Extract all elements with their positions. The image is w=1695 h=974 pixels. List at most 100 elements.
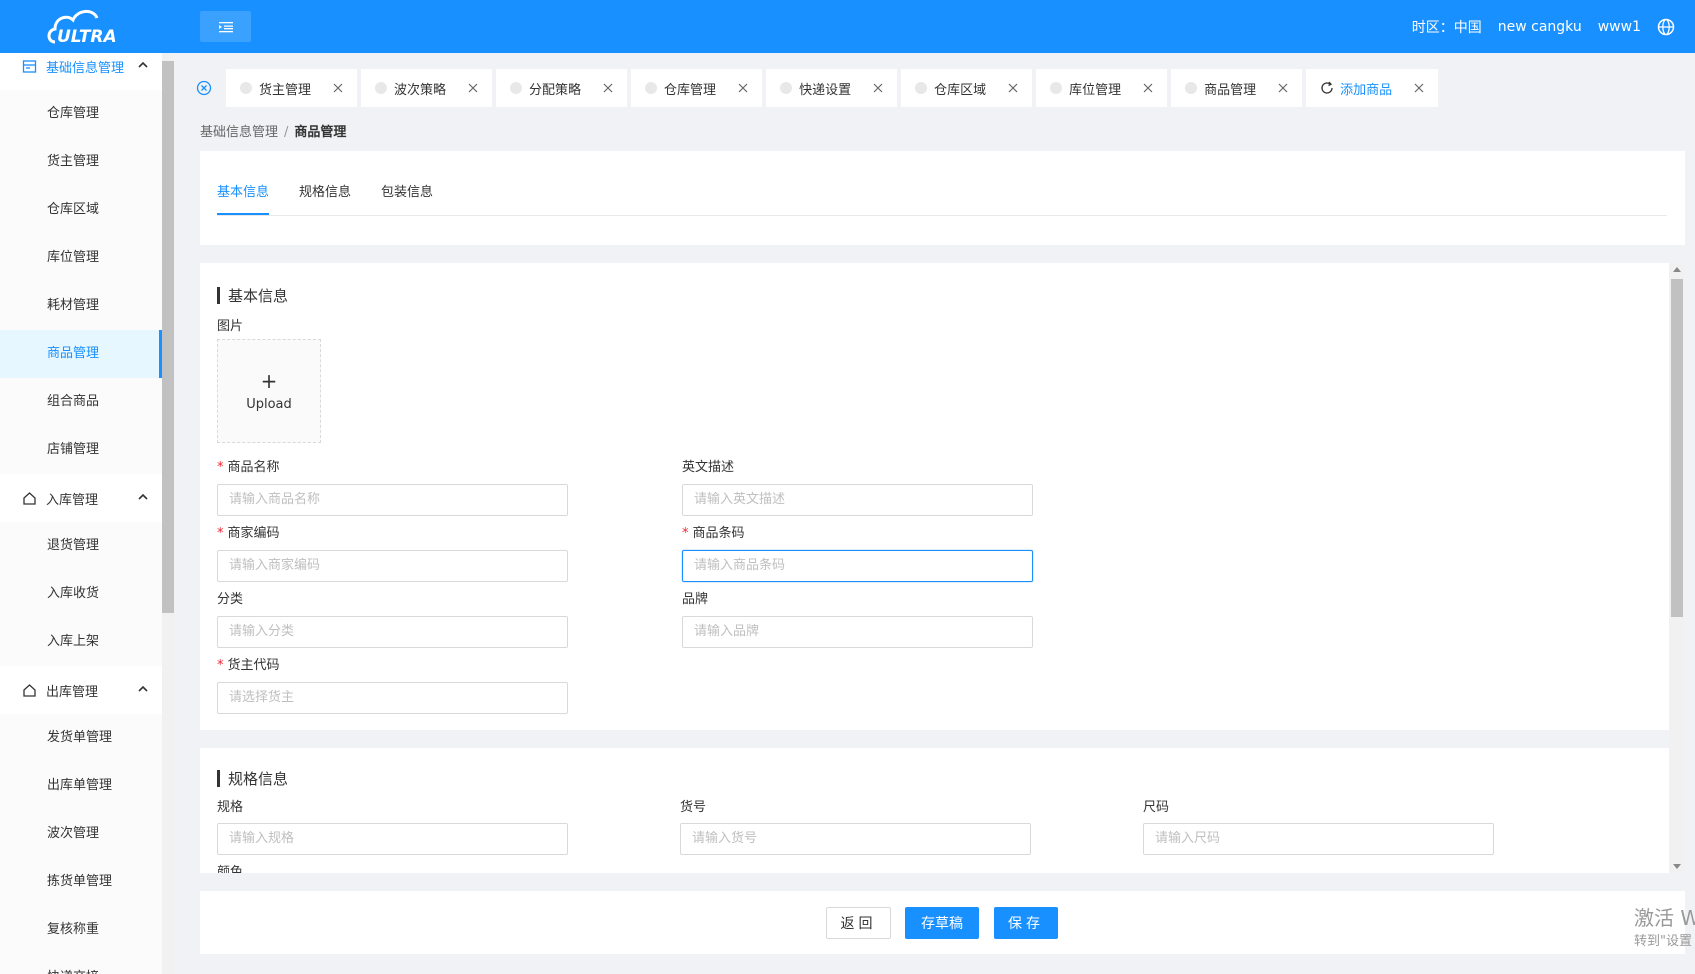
basic-info-card: 基本信息 图片 + Upload * 商品名称 请输入商品名称 英文描述 请输入英… [200,263,1669,730]
close-icon[interactable] [1008,83,1018,93]
activation-watermark-hint: 转到"设置 [1634,934,1692,949]
brand-label: 品牌 [682,592,709,607]
tab-products[interactable]: 商品管理 [1171,69,1303,107]
cloud-logo-icon: ULTRA [47,10,117,47]
globe-icon[interactable] [1657,18,1675,36]
item-no-input[interactable]: 请输入货号 [680,823,1031,855]
sidebar-item-combo-products[interactable]: 组合商品 [0,378,162,426]
owner-code-select[interactable]: 请选择货主 [217,682,568,714]
page-tabs: 货主管理 波次策略 分配策略 仓库管理 快递设置 仓库区域 库位管理 商品管理 … [196,68,1442,108]
sidebar-item-outbound-orders[interactable]: 出库单管理 [0,762,162,810]
sidebar-group-inbound[interactable]: 入库管理 [0,474,162,522]
sidebar: 基础信息管理 仓库管理 货主管理 仓库区域 库位管理 耗材管理 商品管理 组合商… [0,53,174,974]
tab-dot-icon [780,82,793,94]
spec-label: 规格 [217,800,244,815]
plus-icon: + [260,368,278,393]
form-scroll-area: 基本信息 图片 + Upload * 商品名称 请输入商品名称 英文描述 请输入英… [200,263,1669,873]
scroll-up-icon[interactable] [1673,267,1681,272]
size-input[interactable]: 请输入尺码 [1143,823,1494,855]
tab-add-product[interactable]: 添加商品 [1306,69,1439,107]
tab-dot-icon [915,82,928,94]
color-label: 颜色 [217,865,244,873]
sidebar-item-picking[interactable]: 拣货单管理 [0,858,162,906]
home-icon [23,683,36,697]
tab-owner[interactable]: 货主管理 [226,69,358,107]
close-icon[interactable] [738,83,748,93]
action-bar: 返回 存草稿 保存 [200,891,1685,954]
close-icon[interactable] [1278,83,1288,93]
sidebar-item-shops[interactable]: 店铺管理 [0,426,162,474]
spec-info-card: 规格信息 规格 请输入规格 货号 请输入货号 尺码 请输入尺码 颜色 [200,748,1669,873]
tab-location[interactable]: 库位管理 [1036,69,1168,107]
sidebar-item-warehouse[interactable]: 仓库管理 [0,90,162,138]
menu-fold-icon [218,21,233,32]
sidebar-item-waves[interactable]: 波次管理 [0,810,162,858]
menu-toggle-button[interactable] [200,11,251,42]
english-desc-input[interactable]: 请输入英文描述 [682,484,1033,516]
sidebar-item-returns[interactable]: 退货管理 [0,522,162,570]
sidebar-item-consumables[interactable]: 耗材管理 [0,282,162,330]
scroll-down-icon[interactable] [1673,864,1681,869]
basic-info-title: 基本信息 [217,285,288,306]
product-name-label: * 商品名称 [217,460,280,475]
barcode-label: * 商品条码 [682,526,745,541]
sidebar-item-location[interactable]: 库位管理 [0,234,162,282]
save-draft-button[interactable]: 存草稿 [905,907,979,939]
ultra-logo[interactable]: ULTRA [45,4,135,50]
sidebar-item-express-handover[interactable]: 快递交接 [0,954,162,974]
sidebar-item-warehouse-area[interactable]: 仓库区域 [0,186,162,234]
close-all-tabs-icon[interactable] [196,80,212,96]
chevron-up-icon [138,61,148,68]
activation-watermark: 激活 W [1634,906,1695,930]
tab-warehouse-area[interactable]: 仓库区域 [901,69,1033,107]
tab-allocation-strategy[interactable]: 分配策略 [496,69,628,107]
close-icon[interactable] [1414,83,1424,93]
section-tab-basic[interactable]: 基本信息 [217,181,270,215]
tab-express-settings[interactable]: 快递设置 [766,69,898,107]
category-input[interactable]: 请输入分类 [217,616,568,648]
warehouse-selector[interactable]: new cangku [1498,19,1582,35]
sidebar-item-putaway[interactable]: 入库上架 [0,618,162,666]
section-tabs-card: 基本信息 规格信息 包装信息 [200,151,1685,245]
close-icon[interactable] [333,83,343,93]
barcode-input[interactable]: 请输入商品条码 [682,550,1033,582]
back-button[interactable]: 返回 [826,907,891,939]
sidebar-scrollbar[interactable] [162,53,174,974]
user-menu[interactable]: www1 [1598,19,1641,35]
sidebar-item-shipping-orders[interactable]: 发货单管理 [0,714,162,762]
form-scrollbar[interactable] [1669,263,1685,873]
save-button[interactable]: 保存 [994,907,1058,939]
section-tab-packaging[interactable]: 包装信息 [381,181,433,215]
sidebar-item-weighing[interactable]: 复核称重 [0,906,162,954]
merchant-code-input[interactable]: 请输入商家编码 [217,550,568,582]
close-icon[interactable] [873,83,883,93]
section-tab-spec[interactable]: 规格信息 [299,181,351,215]
close-icon[interactable] [468,83,478,93]
product-name-input[interactable]: 请输入商品名称 [217,484,568,516]
tab-dot-icon [1185,82,1198,94]
sidebar-group-basic-info[interactable]: 基础信息管理 [0,53,162,90]
close-icon[interactable] [1143,83,1153,93]
item-no-label: 货号 [680,800,707,815]
timezone-label: 时区：中国 [1411,19,1482,36]
chevron-up-icon [138,493,148,500]
tab-warehouse[interactable]: 仓库管理 [631,69,763,107]
sidebar-item-owner[interactable]: 货主管理 [0,138,162,186]
merchant-code-label: * 商家编码 [217,526,280,541]
image-upload[interactable]: + Upload [217,339,321,443]
close-icon[interactable] [603,83,613,93]
breadcrumb-parent[interactable]: 基础信息管理 [200,125,278,140]
category-label: 分类 [217,592,244,607]
home-icon [23,491,36,505]
sidebar-group-outbound[interactable]: 出库管理 [0,666,162,714]
tab-dot-icon [1050,82,1063,94]
sidebar-item-receiving[interactable]: 入库收货 [0,570,162,618]
brand-input[interactable]: 请输入品牌 [682,616,1033,648]
breadcrumb: 基础信息管理 / 商品管理 [200,125,347,140]
refresh-icon[interactable] [1320,81,1334,95]
size-label: 尺码 [1143,800,1170,815]
spec-input[interactable]: 请输入规格 [217,823,568,855]
spec-info-title: 规格信息 [217,768,288,789]
sidebar-item-products[interactable]: 商品管理 [0,330,162,378]
tab-wave-strategy[interactable]: 波次策略 [361,69,493,107]
